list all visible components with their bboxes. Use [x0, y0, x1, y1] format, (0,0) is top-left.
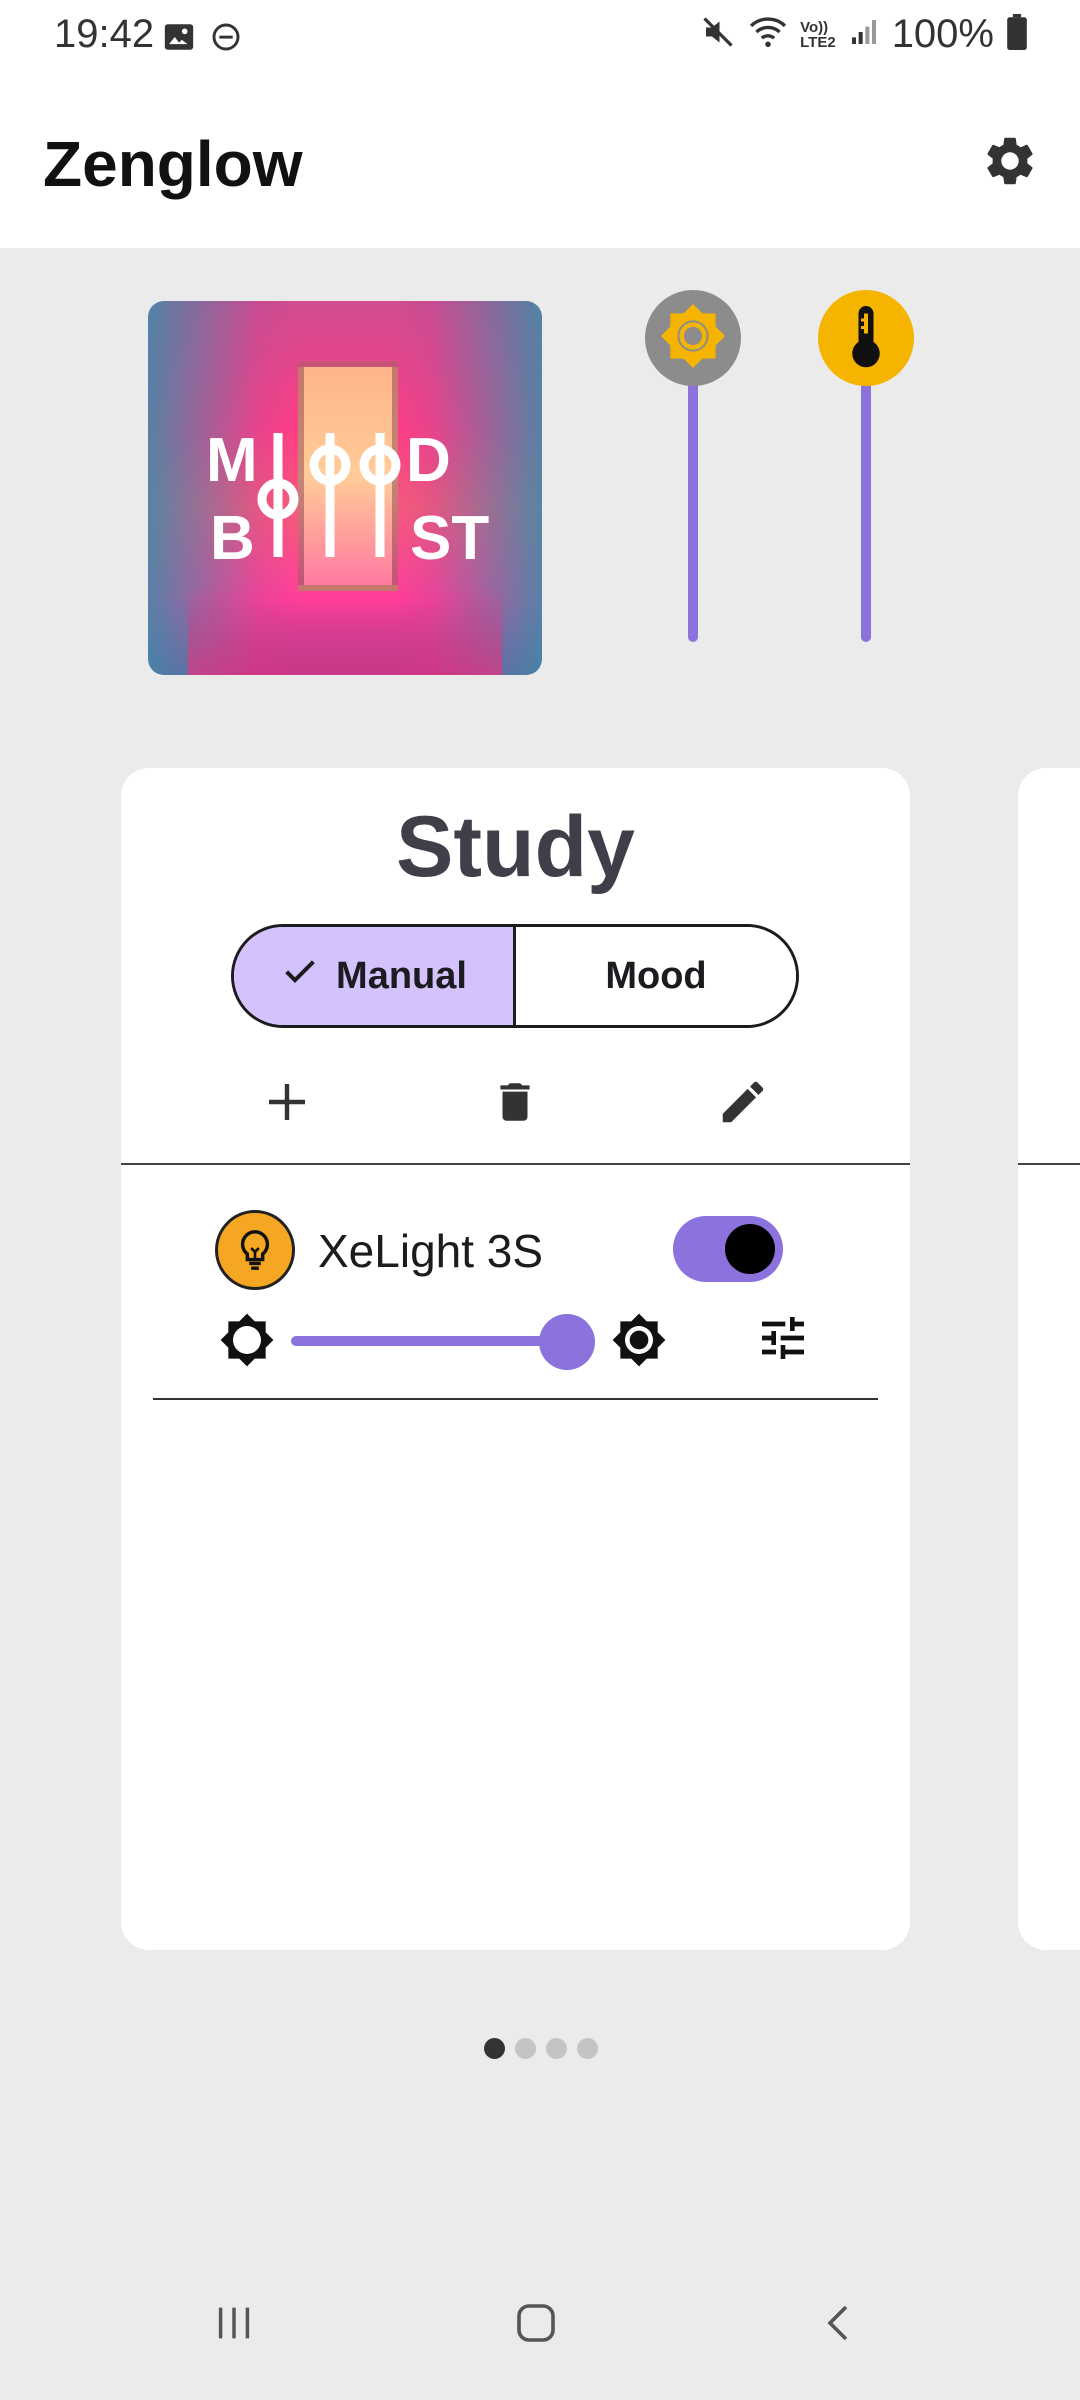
- mute-icon: [700, 14, 736, 55]
- global-temperature-slider-track[interactable]: [861, 380, 871, 642]
- add-device-button[interactable]: [251, 1068, 323, 1140]
- delete-room-button[interactable]: [479, 1068, 551, 1140]
- mode-manual-label: Manual: [336, 954, 467, 997]
- brightness-high-icon: [611, 1312, 667, 1368]
- edit-room-button[interactable]: [707, 1068, 779, 1140]
- edit-icon: [716, 1075, 770, 1134]
- status-time: 19:42: [54, 12, 155, 56]
- global-brightness-slider-knob[interactable]: [645, 290, 741, 386]
- page-indicator: [484, 2038, 598, 2059]
- home-button[interactable]: [496, 2290, 576, 2360]
- brightness-low-icon: [219, 1312, 275, 1368]
- mode-toggle: Manual Mood: [231, 924, 799, 1028]
- app-title: Zenglow: [43, 128, 303, 200]
- device-brightness-slider-thumb[interactable]: [539, 1314, 595, 1370]
- settings-button[interactable]: [974, 127, 1046, 199]
- recents-button[interactable]: [194, 2290, 274, 2360]
- check-icon: [280, 951, 320, 1001]
- back-button[interactable]: [800, 2290, 880, 2360]
- recents-icon: [210, 2300, 258, 2351]
- page-dot-1[interactable]: [484, 2038, 505, 2059]
- back-icon: [816, 2299, 864, 2352]
- mood-boost-logo-sliders: [257, 433, 401, 557]
- global-brightness-slider-track[interactable]: [688, 380, 698, 642]
- navigation-bar: [0, 2250, 1080, 2400]
- device-row: XeLight 3S: [153, 1208, 878, 1370]
- device-brightness-slider-track[interactable]: [291, 1336, 561, 1346]
- device-power-switch-thumb: [725, 1224, 775, 1274]
- battery-level: 100%: [891, 12, 994, 56]
- volte-label-bottom: LTE2: [800, 33, 836, 51]
- battery-icon: [1006, 14, 1028, 55]
- page-dot-4[interactable]: [577, 2038, 598, 2059]
- mood-boost-image[interactable]: M D B ST: [148, 301, 542, 675]
- add-icon: [263, 1078, 311, 1131]
- signal-icon: [848, 16, 880, 53]
- card-divider: [121, 1163, 910, 1165]
- room-card: Study Manual Mood XeLight 3S: [121, 768, 910, 1950]
- volte-icon: Vo)) LTE2: [800, 20, 836, 50]
- next-room-card[interactable]: [1018, 768, 1080, 1950]
- bulb-icon[interactable]: [215, 1210, 295, 1290]
- gear-icon: [981, 132, 1039, 195]
- device-power-switch[interactable]: [673, 1216, 783, 1282]
- status-bar: 19:42 Vo)) LTE2 100%: [0, 0, 1080, 78]
- device-settings-button[interactable]: [753, 1312, 813, 1368]
- room-title: Study: [396, 799, 635, 895]
- mode-manual-button[interactable]: Manual: [234, 927, 516, 1025]
- thermometer-icon: [836, 301, 896, 376]
- global-temperature-slider-knob[interactable]: [818, 290, 914, 386]
- page-dot-3[interactable]: [546, 2038, 567, 2059]
- brightness-icon: [659, 302, 727, 375]
- mode-mood-button[interactable]: Mood: [516, 927, 796, 1025]
- tune-icon: [755, 1310, 811, 1371]
- do-not-disturb-icon: [210, 21, 242, 58]
- next-card-divider: [1018, 1163, 1080, 1165]
- home-icon: [512, 2299, 560, 2352]
- status-left-icons: [162, 20, 242, 59]
- image-icon: [162, 20, 196, 59]
- device-name: XeLight 3S: [318, 1225, 544, 1277]
- volte-label-top: Vo)): [800, 18, 829, 36]
- wifi-icon: [748, 15, 788, 54]
- mode-mood-label: Mood: [605, 954, 707, 997]
- app-bar: Zenglow: [0, 78, 1080, 248]
- delete-icon: [490, 1075, 540, 1134]
- device-divider: [153, 1398, 878, 1400]
- page-dot-2[interactable]: [515, 2038, 536, 2059]
- status-right: Vo)) LTE2 100%: [700, 12, 1028, 57]
